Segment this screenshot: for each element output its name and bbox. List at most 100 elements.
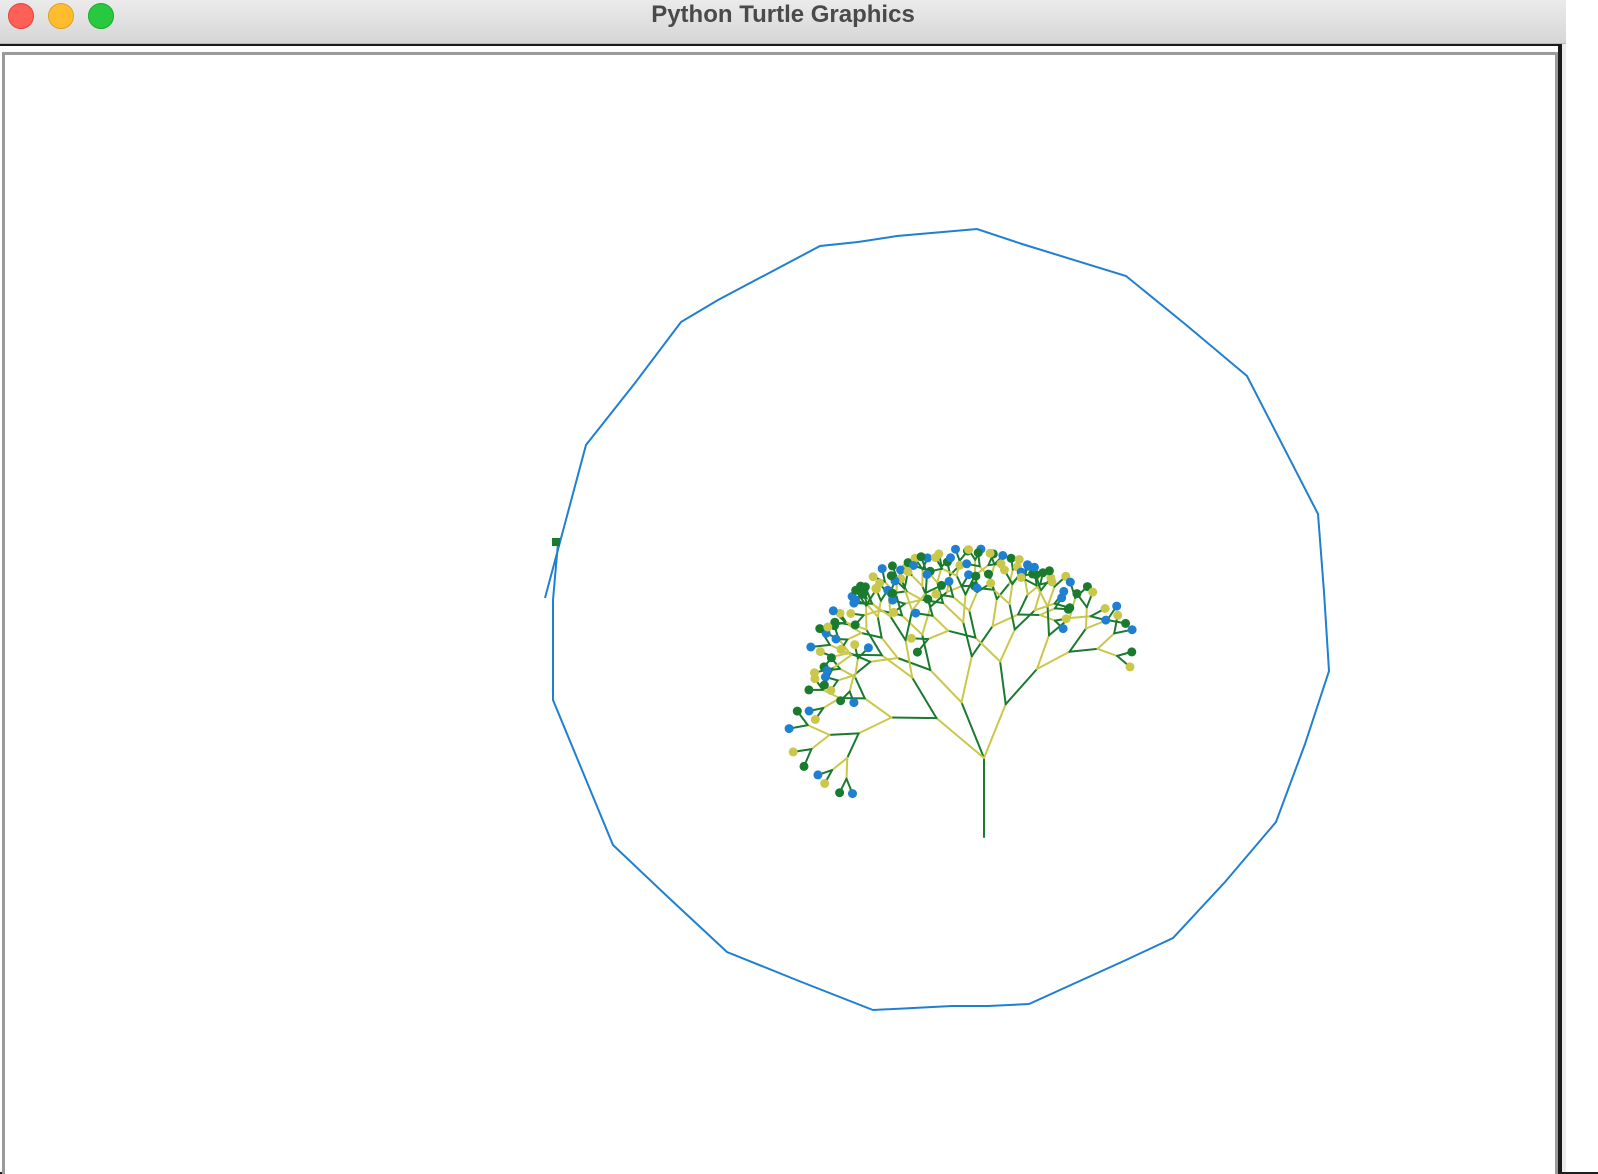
tree-branch <box>832 758 847 770</box>
leaf-dot <box>849 599 858 608</box>
tree-branch <box>830 733 859 735</box>
leaf-dot <box>1000 566 1009 575</box>
tree-branch <box>865 698 892 717</box>
tree-branch <box>1098 649 1118 656</box>
leaf-dot <box>911 609 920 618</box>
leaf-dot <box>846 609 855 618</box>
leaf-dot <box>875 579 884 588</box>
leaf-dot <box>964 545 973 554</box>
leaf-dot <box>848 789 857 798</box>
tree-branch <box>878 617 882 638</box>
leaf-dot <box>1088 588 1097 597</box>
tree-branch <box>922 607 930 635</box>
leaf-dot <box>1030 563 1039 572</box>
tree-branch <box>1069 629 1086 652</box>
leaf-dot <box>815 624 824 633</box>
leaf-dot <box>820 779 829 788</box>
leaf-dot <box>998 551 1007 560</box>
tree-branch <box>1035 591 1041 611</box>
tree-branch <box>855 677 865 699</box>
leaf-dot <box>1127 647 1136 656</box>
leaf-dot <box>837 645 846 654</box>
leaf-dot <box>1032 570 1041 579</box>
leaf-dot <box>913 648 922 657</box>
leaf-dot <box>829 606 838 615</box>
leaf-dot <box>1121 619 1130 628</box>
tree-branch <box>870 658 897 662</box>
leaf-dot <box>984 570 993 579</box>
tree-branch <box>852 655 882 656</box>
leaf-dot <box>889 608 898 617</box>
tree-branch <box>911 575 922 587</box>
leaf-dot <box>864 643 873 652</box>
tree-branch <box>975 638 1000 662</box>
leaf-dot <box>923 595 932 604</box>
leaf-dot <box>1065 603 1074 612</box>
leaf-dot <box>836 696 845 705</box>
leaf-dot <box>849 698 858 707</box>
leaf-dot <box>835 788 844 797</box>
leaf-dot <box>811 715 820 724</box>
tree-branch <box>1006 669 1037 704</box>
leaf-dot <box>888 561 897 570</box>
tree-branch <box>1000 662 1006 705</box>
leaf-dot <box>931 553 940 562</box>
leaf-dot <box>850 640 859 649</box>
leaf-dot <box>1066 578 1075 587</box>
leaf-dot <box>1007 554 1016 563</box>
tree-branch <box>882 638 898 658</box>
tree-branch <box>891 718 936 719</box>
leaf-dot <box>793 707 802 716</box>
tree-branch <box>969 611 975 638</box>
leaf-dot <box>986 579 995 588</box>
leaf-dot <box>789 747 798 756</box>
tree-branch <box>963 595 965 623</box>
tree-branch <box>1048 606 1049 635</box>
leaf-dot <box>888 589 897 598</box>
leaf-dot <box>1113 611 1122 620</box>
tree-branch <box>969 592 977 611</box>
leaf-dot <box>816 647 825 656</box>
leaf-dot <box>923 570 932 579</box>
tree-branch <box>847 758 848 779</box>
tree-branch <box>838 676 854 681</box>
tree-branch <box>840 669 855 677</box>
leaf-dot <box>1059 624 1068 633</box>
tree-branch <box>1086 607 1087 628</box>
tree-branch <box>898 658 931 670</box>
leaf-dot <box>1062 614 1071 623</box>
leaf-dot <box>832 635 841 644</box>
tree-branch <box>963 622 972 656</box>
leaf-dot <box>951 545 960 554</box>
tree-branch <box>859 718 892 734</box>
tree-branch <box>1000 630 1015 662</box>
leaf-dot <box>785 724 794 733</box>
tree-branch <box>847 733 858 757</box>
leaf-dot <box>869 572 878 581</box>
leaf-dot <box>973 584 982 593</box>
tree-branch <box>847 633 861 640</box>
tree-branch <box>953 597 969 611</box>
tree-branch <box>930 670 961 702</box>
leaf-dot <box>907 634 916 643</box>
leaf-dot <box>937 581 946 590</box>
leaf-dot <box>904 567 913 576</box>
leaf-dot <box>974 548 983 557</box>
tree-branch <box>811 735 829 749</box>
leaf-dot <box>851 620 860 629</box>
leaf-dot <box>806 643 815 652</box>
leaf-dot <box>800 762 809 771</box>
leaf-dot <box>805 707 814 716</box>
leaf-dot <box>986 549 995 558</box>
leaf-dot <box>1072 589 1081 598</box>
tree-branch <box>850 676 854 692</box>
leaf-dot <box>1128 625 1137 634</box>
tree-branch <box>997 584 1010 600</box>
leaf-dot <box>820 681 829 690</box>
leaf-dot <box>1112 602 1121 611</box>
leaf-dot <box>827 653 836 662</box>
tree-branch <box>1070 616 1091 618</box>
leaf-dot <box>1059 587 1068 596</box>
tree-branch <box>962 656 972 702</box>
tree-branch <box>1069 649 1097 652</box>
